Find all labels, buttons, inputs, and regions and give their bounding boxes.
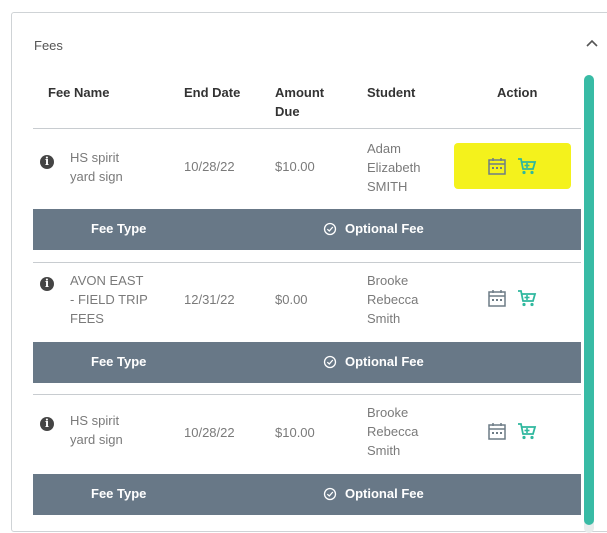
col-header-end-date: End Date xyxy=(184,85,241,100)
col-header-student: Student xyxy=(367,85,416,100)
check-circle-icon xyxy=(323,487,337,501)
row-divider xyxy=(33,262,581,263)
student-line: Rebecca xyxy=(367,424,419,439)
check-circle-icon xyxy=(323,222,337,236)
fee-type-label: Fee Type xyxy=(91,221,147,236)
fees-panel: Fees Fee Name End Date Amount Due Studen… xyxy=(11,12,607,533)
fee-type-bar: Fee Type Optional Fee xyxy=(33,474,581,515)
student-line: Brooke xyxy=(367,273,409,288)
student-cell: Adam Elizabeth SMITH xyxy=(367,139,420,196)
fee-name-cell: HS spirit yard sign xyxy=(70,148,123,186)
row-divider xyxy=(33,394,581,395)
fee-type-bar: Fee Type Optional Fee xyxy=(33,342,581,383)
student-line: SMITH xyxy=(367,179,408,194)
calendar-icon[interactable] xyxy=(487,288,507,308)
fee-name-cell: HS spirit yard sign xyxy=(70,411,123,449)
fee-name-line: yard sign xyxy=(70,169,123,184)
student-line: Elizabeth xyxy=(367,160,421,175)
amount-cell: $10.00 xyxy=(275,159,315,174)
student-cell: Brooke Rebecca Smith xyxy=(367,271,418,328)
amount-cell: $0.00 xyxy=(275,292,308,307)
fee-name-line: HS spirit xyxy=(70,150,120,165)
end-date-cell: 10/28/22 xyxy=(184,159,235,174)
student-line: Smith xyxy=(367,443,401,458)
scrollbar-thumb[interactable] xyxy=(584,75,594,525)
student-line: Adam xyxy=(367,141,401,156)
fee-name-line: FEES xyxy=(70,311,104,326)
col-header-amount-due: Amount Due xyxy=(275,83,324,121)
chevron-up-icon[interactable] xyxy=(584,35,600,51)
fee-type-value: Optional Fee xyxy=(345,354,424,369)
info-icon[interactable]: i xyxy=(40,155,54,169)
col-header-action: Action xyxy=(497,85,538,100)
info-icon[interactable]: i xyxy=(40,417,54,431)
fee-type-label: Fee Type xyxy=(91,486,147,501)
student-line: Smith xyxy=(367,311,401,326)
calendar-icon[interactable] xyxy=(487,156,507,176)
student-cell: Brooke Rebecca Smith xyxy=(367,403,418,460)
fee-name-line: yard sign xyxy=(70,432,123,447)
shopping-cart-icon[interactable] xyxy=(517,421,537,441)
fee-type-label: Fee Type xyxy=(91,354,147,369)
end-date-cell: 12/31/22 xyxy=(184,292,235,307)
action-highlight xyxy=(454,143,571,189)
shopping-cart-icon[interactable] xyxy=(517,156,537,176)
col-header-amount-line1: Amount xyxy=(275,85,325,100)
student-line: Brooke xyxy=(367,405,409,420)
col-header-fee-name: Fee Name xyxy=(48,85,110,100)
end-date-cell: 10/28/22 xyxy=(184,425,235,440)
check-circle-icon xyxy=(323,355,337,369)
col-header-amount-line2: Due xyxy=(275,104,300,119)
fee-name-cell: AVON EAST - FIELD TRIP FEES xyxy=(70,271,148,328)
calendar-icon[interactable] xyxy=(487,421,507,441)
info-icon[interactable]: i xyxy=(40,277,54,291)
fee-name-line: - FIELD TRIP xyxy=(70,292,148,307)
header-divider xyxy=(33,128,581,129)
scrollbar[interactable] xyxy=(584,75,594,533)
fee-name-line: HS spirit xyxy=(70,413,120,428)
shopping-cart-icon[interactable] xyxy=(517,288,537,308)
fee-type-value: Optional Fee xyxy=(345,221,424,236)
fee-type-value: Optional Fee xyxy=(345,486,424,501)
fee-name-line: AVON EAST xyxy=(70,273,144,288)
fee-type-bar: Fee Type Optional Fee xyxy=(33,209,581,250)
student-line: Rebecca xyxy=(367,292,419,307)
amount-cell: $10.00 xyxy=(275,425,315,440)
panel-title: Fees xyxy=(34,38,63,53)
